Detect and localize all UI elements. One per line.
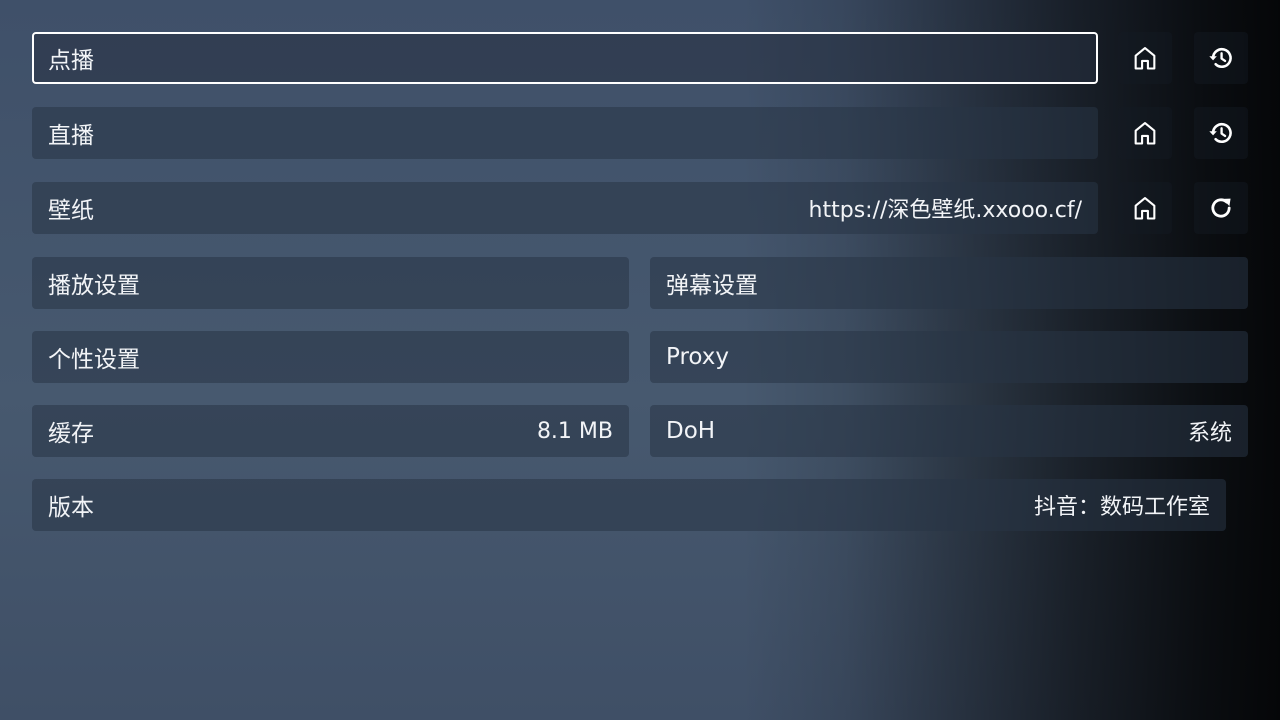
refresh-icon	[1211, 198, 1231, 218]
live-history-button[interactable]	[1194, 107, 1248, 159]
vod-history-button[interactable]	[1194, 32, 1248, 84]
personal-settings-label: 个性设置	[48, 347, 140, 373]
player-settings-label: 播放设置	[48, 273, 140, 299]
version-field[interactable]: 版本 抖音：数码工作室	[32, 479, 1226, 531]
version-row: 版本 抖音：数码工作室	[32, 479, 1226, 531]
vod-home-button[interactable]	[1118, 32, 1172, 84]
home-icon	[1134, 122, 1156, 145]
version-label: 版本	[48, 495, 94, 521]
live-label: 直播	[48, 123, 94, 149]
vod-row: 点播	[32, 32, 1248, 84]
wallpaper-row: 壁纸 https://深色壁纸.xxooo.cf/	[32, 182, 1248, 234]
wallpaper-label: 壁纸	[48, 198, 94, 224]
doh-label: DoH	[666, 418, 716, 444]
wallpaper-field[interactable]: 壁纸 https://深色壁纸.xxooo.cf/	[32, 182, 1098, 234]
settings-row-1: 播放设置 弹幕设置	[32, 257, 1248, 309]
history-icon	[1209, 47, 1232, 69]
home-icon	[1134, 197, 1156, 220]
proxy-field[interactable]: Proxy	[650, 331, 1248, 383]
vod-field[interactable]: 点播	[32, 32, 1098, 84]
wallpaper-home-button[interactable]	[1118, 182, 1172, 234]
player-settings-field[interactable]: 播放设置	[32, 257, 629, 309]
settings-row-3: 缓存 8.1 MB DoH 系统	[32, 405, 1248, 457]
cache-size: 8.1 MB	[536, 418, 613, 444]
history-icon	[1209, 122, 1232, 144]
proxy-label: Proxy	[666, 344, 730, 370]
home-icon	[1134, 47, 1156, 70]
doh-value: 系统	[1187, 421, 1232, 446]
danmaku-settings-label: 弹幕设置	[666, 273, 758, 299]
live-field[interactable]: 直播	[32, 107, 1098, 159]
cache-field[interactable]: 缓存 8.1 MB	[32, 405, 629, 457]
settings-row-2: 个性设置 Proxy	[32, 331, 1248, 383]
personal-settings-field[interactable]: 个性设置	[32, 331, 629, 383]
live-row: 直播	[32, 107, 1248, 159]
doh-field[interactable]: DoH 系统	[650, 405, 1248, 457]
cache-label: 缓存	[48, 421, 94, 447]
wallpaper-refresh-button[interactable]	[1194, 182, 1248, 234]
wallpaper-url: https://深色壁纸.xxooo.cf/	[808, 198, 1082, 223]
vod-label: 点播	[48, 48, 94, 74]
live-home-button[interactable]	[1118, 107, 1172, 159]
version-value: 抖音：数码工作室	[1033, 495, 1210, 520]
danmaku-settings-field[interactable]: 弹幕设置	[650, 257, 1248, 309]
